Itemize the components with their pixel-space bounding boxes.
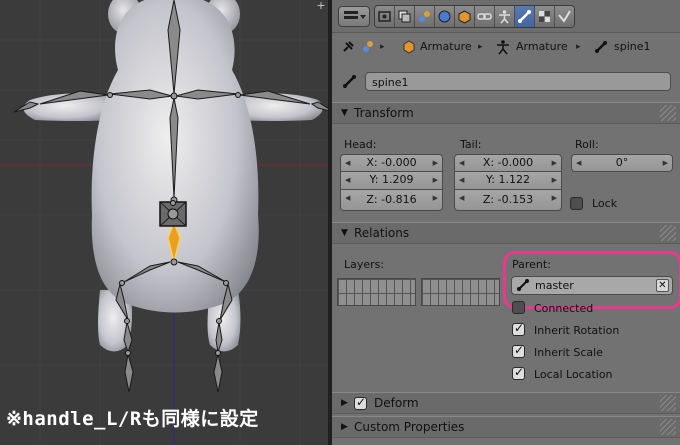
breadcrumb-data: Armature bbox=[516, 40, 568, 53]
inherit-scale-checkbox[interactable] bbox=[512, 343, 525, 358]
custom-properties-panel-header[interactable]: ▶ Custom Properties bbox=[332, 416, 680, 438]
area-split-plus-icon[interactable]: + bbox=[315, 0, 327, 12]
expand-triangle-icon: ▶ bbox=[341, 422, 348, 432]
roll-field[interactable]: ◀ 0° ▶ bbox=[571, 154, 673, 172]
drag-grip-icon[interactable] bbox=[660, 419, 676, 435]
tail-x-field[interactable]: ◀ X: -0.000 ▶ bbox=[454, 154, 562, 172]
connected-label: Connected bbox=[534, 302, 594, 315]
relations-panel-header[interactable]: ▼ Relations bbox=[332, 222, 680, 244]
layers-label: Layers: bbox=[344, 258, 385, 271]
breadcrumb-separator-icon: ▸ bbox=[380, 42, 385, 52]
bone-name-icon bbox=[342, 74, 358, 93]
bone-layers-grid-right[interactable] bbox=[421, 278, 500, 306]
inherit-scale-label: Inherit Scale bbox=[534, 346, 603, 359]
bone-constraints-icon[interactable] bbox=[535, 6, 555, 27]
roll-label: Roll: bbox=[575, 138, 599, 151]
material-icon[interactable] bbox=[555, 6, 574, 27]
scene-breadcrumb-icon bbox=[360, 39, 376, 58]
inherit-rotation-checkbox[interactable] bbox=[512, 321, 525, 336]
armature-data-icon bbox=[496, 39, 510, 58]
deform-checkbox[interactable] bbox=[354, 395, 367, 410]
render-layers-icon[interactable] bbox=[395, 6, 415, 27]
deform-title: Deform bbox=[374, 396, 419, 410]
viewport-scene bbox=[0, 0, 328, 445]
object-icon[interactable] bbox=[455, 6, 475, 27]
deform-panel-header[interactable]: ▶ Deform bbox=[332, 392, 680, 414]
tail-label: Tail: bbox=[460, 138, 482, 151]
collapse-triangle-icon: ▼ bbox=[341, 228, 348, 238]
caption-overlay: ※handle_L/Rも同様に設定 bbox=[6, 408, 259, 430]
breadcrumb-object: Armature bbox=[420, 40, 472, 53]
object-data-icon[interactable] bbox=[495, 6, 515, 27]
transform-title: Transform bbox=[354, 106, 414, 120]
drag-grip-icon[interactable] bbox=[660, 395, 676, 411]
relations-title: Relations bbox=[354, 226, 410, 240]
parent-highlight-annotation bbox=[503, 251, 680, 309]
world-icon[interactable] bbox=[435, 6, 455, 27]
local-location-checkbox[interactable] bbox=[512, 365, 525, 380]
3d-viewport[interactable]: ※handle_L/Rも同様に設定 bbox=[0, 0, 328, 445]
breadcrumb-bone: spine1 bbox=[614, 40, 651, 53]
bone-name-field[interactable]: spine1 bbox=[365, 72, 671, 91]
lock-checkbox[interactable] bbox=[570, 197, 583, 210]
render-icon[interactable] bbox=[375, 6, 395, 27]
breadcrumb-separator-icon: ▸ bbox=[478, 42, 483, 52]
transform-panel-header[interactable]: ▼ Transform bbox=[332, 102, 680, 124]
constraints-icon[interactable] bbox=[475, 6, 495, 27]
collapse-triangle-icon: ▼ bbox=[341, 108, 348, 118]
scene-icon[interactable] bbox=[415, 6, 435, 27]
editor-type-icon bbox=[344, 11, 366, 19]
properties-editor: ▸ Armature ▸ Armature ▸ spine1 spine1 ▼ … bbox=[332, 0, 680, 445]
bone-layers-grid-left[interactable] bbox=[337, 278, 416, 306]
bone-name-row: spine1 bbox=[332, 70, 680, 94]
tail-y-field[interactable]: ◀ Y: 1.122 ▶ bbox=[454, 172, 562, 190]
head-z-field[interactable]: ◀ Z: -0.816 ▶ bbox=[340, 190, 443, 211]
connected-checkbox[interactable] bbox=[512, 301, 525, 314]
expand-triangle-icon: ▶ bbox=[341, 398, 348, 408]
armature-object-icon bbox=[402, 39, 416, 58]
drag-grip-icon[interactable] bbox=[660, 225, 676, 241]
bone-icon[interactable] bbox=[515, 6, 535, 27]
local-location-label: Local Location bbox=[534, 368, 613, 381]
pin-icon[interactable] bbox=[340, 39, 356, 58]
breadcrumb-separator-icon: ▸ bbox=[576, 42, 581, 52]
head-x-field[interactable]: ◀ X: -0.000 ▶ bbox=[340, 154, 443, 172]
properties-header bbox=[332, 0, 680, 33]
tail-z-field[interactable]: ◀ Z: -0.153 ▶ bbox=[454, 190, 562, 211]
editor-type-button[interactable] bbox=[338, 6, 370, 27]
breadcrumb: ▸ Armature ▸ Armature ▸ spine1 bbox=[332, 36, 680, 58]
lock-label: Lock bbox=[592, 197, 618, 210]
custom-properties-title: Custom Properties bbox=[354, 420, 465, 434]
bone-breadcrumb-icon bbox=[594, 39, 608, 58]
head-label: Head: bbox=[344, 138, 377, 151]
head-y-field[interactable]: ◀ Y: 1.209 ▶ bbox=[340, 172, 443, 190]
context-tabs bbox=[374, 5, 575, 28]
drag-grip-icon[interactable] bbox=[660, 105, 676, 121]
inherit-rotation-label: Inherit Rotation bbox=[534, 324, 620, 337]
